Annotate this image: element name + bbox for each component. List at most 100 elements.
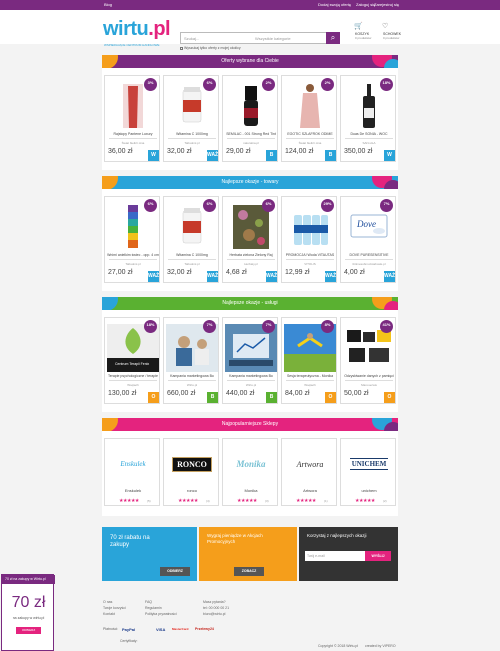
checkbox-label: Wyszukaj tylko oferty z mojej okolicy (184, 46, 241, 50)
shop-name: SAN-HLA (362, 141, 376, 145)
shop-card[interactable]: Artwora Artwora ★★★★★ (1) (281, 438, 337, 506)
product-name[interactable]: Herbata zielona Zielony Raj (225, 253, 277, 257)
popup-subtitle: na zakupy w wirtu.pl (12, 616, 45, 620)
search-input[interactable]: Szukaj... Wszystkie kategorie ⌕ (180, 32, 340, 44)
checkbox-box[interactable] (180, 46, 183, 50)
subscribe-button[interactable]: WYŚLIJ (365, 551, 391, 561)
rating-stars: ★★★★★ (119, 498, 139, 504)
popup-claim-button[interactable]: ODBIERZ (16, 627, 41, 634)
favorites-button[interactable]: ♡ SCHOWEK 0 produktów (382, 23, 401, 40)
add-offer-link[interactable]: Dodaj swoją ofertę (318, 2, 351, 7)
phone[interactable]: tel: 00 000 00 21 (203, 606, 229, 610)
rating-stars: ★★★★★ (296, 498, 316, 504)
footer-link[interactable]: FAQ (145, 600, 152, 604)
site-logo[interactable]: wirtu.pl (103, 18, 171, 41)
shop-logo: RONCO (168, 453, 216, 475)
product-price: 29,00 zł (226, 148, 251, 155)
type-tag: W (148, 150, 159, 161)
service-name[interactable]: Kampania marketingowa Bo (225, 374, 277, 378)
product-card[interactable]: 2% EGOTIC SZLAFROK ODIME Świat bielizn A… (281, 75, 337, 162)
product-name[interactable]: Witamina C 1000mg (166, 253, 218, 257)
shop-name[interactable]: ronco (166, 488, 218, 493)
product-card[interactable]: Dove 7% DOVE PURESENSITIVE tbtimesubmuzs… (340, 196, 396, 283)
product-card[interactable]: 3% Rajstopy Pantene Luxury Świat bielizn… (104, 75, 160, 162)
email[interactable]: biuro@wirtu.pl (203, 612, 225, 616)
section-best-goods: Najlepsze okazje - towary 6% Wnimi aniel… (102, 176, 398, 291)
product-name[interactable]: Witamina C 1000mg (166, 132, 218, 136)
service-card[interactable]: 7% Kampania marketingowa Bo Wirtu.pl 440… (222, 317, 278, 404)
shop-name: Herbaty.pl (244, 262, 258, 266)
product-card[interactable]: 2% SEMILAC - 001 Strong Red Tint natural… (222, 75, 278, 162)
section-selected-offers: Oferty wybrane dla Ciebie 3% Rajstopy Pa… (102, 55, 398, 170)
section-header: Najlepsze okazje - towary (102, 176, 398, 189)
service-price: 440,00 zł (226, 390, 255, 397)
see-button[interactable]: ZOBACZ (234, 567, 264, 576)
footer-link[interactable]: Polityka prywatności (145, 612, 177, 616)
type-tag: B (266, 392, 277, 403)
shop-name: Wirtu.pl (245, 383, 257, 387)
service-name[interactable]: Terapie psychologiczne / terapie (107, 374, 159, 378)
claim-button[interactable]: ODBIERZ (160, 567, 190, 576)
shop-name[interactable]: Enskulek (107, 488, 159, 493)
mastercard-logo: MasterCard (172, 627, 189, 631)
paypal-logo: PayPal (122, 627, 136, 632)
footer-link[interactable]: Regulamin (145, 606, 162, 610)
product-card[interactable]: 6% Witamina C 1000mg Tabsolmi.pl 32,00 z… (163, 196, 219, 283)
product-name[interactable]: EGOTIC SZLAFROK ODIME (284, 132, 336, 136)
service-card[interactable]: Centrum Terapii Fenix 18% Terapie psycho… (104, 317, 160, 404)
product-name[interactable]: Rajstopy Pantene Luxury (107, 132, 159, 136)
shop-card[interactable]: RONCO ronco ★★★★★ (4) (163, 438, 219, 506)
shop-name[interactable]: Monika (225, 488, 277, 493)
local-offers-checkbox[interactable]: Wyszukaj tylko oferty z mojej okolicy (180, 46, 241, 50)
blog-link[interactable]: Blog (104, 2, 112, 7)
shop-name[interactable]: unichem (343, 488, 395, 493)
coupon-popup[interactable]: 70 zł na zakupy w Wirtu.pl 70 zł na zaku… (1, 574, 55, 651)
shop-name: Wsqiach (304, 383, 316, 387)
product-card[interactable]: 6% Witamina C 1000mg Tabsolmi.pl 32,00 z… (163, 75, 219, 162)
shop-name: VITOLIS (304, 262, 316, 266)
service-card[interactable]: 41% Odzyskiwanie danych z pamięci Maxi-s… (340, 317, 396, 404)
service-name[interactable]: Sesja terapeutyczna - Monika (284, 374, 336, 378)
service-name[interactable]: Kampania marketingowa Bo (166, 374, 218, 378)
rating-count: (4) (206, 499, 210, 503)
service-name[interactable]: Odzyskiwanie danych z pamięci (343, 374, 395, 378)
product-name[interactable]: SEMILAC - 001 Strong Red Tint (225, 132, 277, 136)
cart-button[interactable]: 🛒 KOSZYK 0 produktów (354, 23, 371, 40)
product-card[interactable]: 6% Herbata zielona Zielony Raj Herbaty.p… (222, 196, 278, 283)
discount-badge: 6% (203, 78, 216, 91)
product-price: 4,00 zł (344, 269, 365, 276)
product-name[interactable]: DOVE PURESENSITIVE (343, 253, 395, 257)
shop-card[interactable]: UNICHEM unichem ★★★★★ (2) (340, 438, 396, 506)
footer-link[interactable]: Kontakt (103, 612, 115, 616)
product-card[interactable]: 6% Wnimi anielkim świec - opp. 4 cm Tabs… (104, 196, 160, 283)
discount-badge: 6% (203, 199, 216, 212)
footer-link[interactable]: Twoje korzyści (103, 606, 126, 610)
shop-card[interactable]: Enskulek Enskulek ★★★★★ (5) (104, 438, 160, 506)
service-card[interactable]: 8% Sesja terapeutyczna - Monika Wsqiach … (281, 317, 337, 404)
search-button[interactable]: ⌕ (326, 32, 340, 44)
discount-badge: 2% (262, 78, 275, 91)
login-link[interactable]: Zaloguj się (356, 2, 375, 7)
product-card[interactable]: 29% PROMOCJA! Woda VITAUTAS VITOLIS 12,9… (281, 196, 337, 283)
type-tag: WAŻ (207, 150, 218, 161)
shop-card[interactable]: Monika Monika ★★★★★ (3) (222, 438, 278, 506)
section-title: Najpopularniejsze Sklepy (221, 421, 279, 427)
header: wirtu.pl WSPIERAJĄCE CENTRUM HANDLOWE Sz… (0, 10, 500, 50)
shop-name[interactable]: Artwora (284, 488, 336, 493)
service-card[interactable]: 7% Kampania marketingowa Bo Wirtu.pl 660… (163, 317, 219, 404)
product-card[interactable]: 18% Duas De SONIA - WOC SAN-HLA 350,00 z… (340, 75, 396, 162)
footer-link[interactable]: O nas (103, 600, 112, 604)
service-price: 84,00 zł (285, 390, 310, 397)
type-tag: B (325, 150, 336, 161)
favorites-count: 0 produktów (383, 36, 400, 40)
shop-name: Tabsolmi.pl (184, 141, 200, 145)
type-tag: WAŻ (325, 271, 336, 282)
rating-count: (5) (147, 499, 151, 503)
register-link[interactable]: Zarejestruj się (374, 2, 399, 7)
product-name[interactable]: Duas De SONIA - WOC (343, 132, 395, 136)
product-price: 12,99 zł (285, 269, 310, 276)
category-select[interactable]: Wszystkie kategorie (255, 36, 291, 41)
product-name[interactable]: Wnimi anielkim świec - opp. 4 cm (107, 253, 159, 257)
email-input[interactable]: Twój e-mail (305, 551, 365, 561)
product-name[interactable]: PROMOCJA! Woda VITAUTAS (284, 253, 336, 257)
